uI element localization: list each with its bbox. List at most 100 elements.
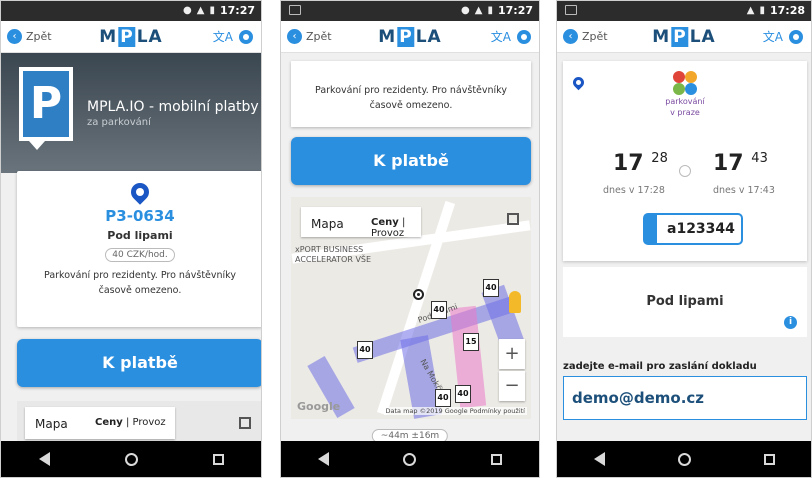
map-pin-icon xyxy=(127,179,153,205)
zone-description: Parkování pro rezidenty. Pro návštěvníky… xyxy=(44,270,236,296)
nav-recents-icon[interactable] xyxy=(212,453,224,465)
notification-icon xyxy=(565,5,577,15)
info-icon[interactable]: i xyxy=(784,316,797,329)
speed-sign: 40 xyxy=(455,385,471,403)
gear-icon[interactable] xyxy=(517,29,531,44)
app-bar: ‹ Zpět M P LA 文A xyxy=(281,21,539,53)
android-nav-bar xyxy=(1,441,261,477)
chevron-left-icon: ‹ xyxy=(287,29,302,44)
chevron-left-icon: ‹ xyxy=(7,29,22,44)
street-name: Pod lipami xyxy=(107,229,173,242)
nav-back-icon[interactable] xyxy=(38,452,50,466)
email-label: zadejte e-mail pro zaslání dokladu xyxy=(563,361,757,372)
parking-session-card: parkování v praze 17 28 17 43 dnes v 17:… xyxy=(563,61,807,261)
map-type-tabs: Mapa Ceny | Provoz xyxy=(25,407,175,439)
tab-provoz[interactable]: Provoz xyxy=(133,417,166,428)
zoom-out-button[interactable]: − xyxy=(499,371,525,401)
fullscreen-icon[interactable] xyxy=(239,417,251,429)
speed-sign: 40 xyxy=(431,301,447,319)
start-caption: dnes v 17:28 xyxy=(603,185,665,196)
app-logo: M P LA xyxy=(99,27,163,47)
zone-card: Parkování pro rezidenty. Pro návštěvníky… xyxy=(291,61,531,127)
app-logo: M P LA xyxy=(378,27,442,47)
nav-back-icon[interactable] xyxy=(318,452,330,466)
tab-map[interactable]: Mapa xyxy=(35,417,68,431)
back-button[interactable]: ‹ Zpět xyxy=(287,29,332,44)
zone-code: P3-0634 xyxy=(105,207,175,225)
end-time: 17 43 xyxy=(713,151,768,176)
notification-icon xyxy=(289,5,301,15)
nav-home-icon[interactable] xyxy=(403,452,417,466)
pay-button[interactable]: K platbě xyxy=(291,137,531,185)
map-attribution[interactable]: Data map ©2019 Google Podmínky použití xyxy=(383,407,527,415)
street-name: Pod lipami xyxy=(646,294,724,309)
chevron-left-icon: ‹ xyxy=(563,29,578,44)
app-bar: ‹ Zpět M P LA 文A xyxy=(1,21,261,53)
price-badge: 40 CZK/hod. xyxy=(105,248,175,262)
parkovani-v-praze-logo: parkování v praze xyxy=(655,71,715,117)
tab-provoz[interactable]: Provoz xyxy=(371,228,404,239)
screenshot-stage: ● ▲ ▮ 17:27 ‹ Zpět M P LA 文A P MPLA.IO - m… xyxy=(0,0,812,478)
speed-sign: 40 xyxy=(435,389,451,407)
tab-ceny[interactable]: Ceny xyxy=(95,417,123,428)
app-bar: ‹ Zpět M P LA 文A xyxy=(557,21,811,53)
parking-sign-logo: P xyxy=(19,67,73,150)
parking-map[interactable]: Mapa Ceny | Provoz xPORT BUSINESS ACCELE… xyxy=(291,197,531,419)
signal-icon: ▲ xyxy=(746,5,755,16)
nav-back-icon[interactable] xyxy=(593,452,605,466)
tab-map[interactable]: Mapa xyxy=(311,217,344,231)
hero-banner: P MPLA.IO - mobilní platby za parkování xyxy=(1,53,261,173)
end-caption: dnes v 17:43 xyxy=(713,185,775,196)
nav-home-icon[interactable] xyxy=(677,452,691,466)
phone-screen-zone-detail: ● ▲ ▮ 17:27 ‹ Zpět M P LA 文A P MPLA.IO - m… xyxy=(0,0,262,478)
status-bar: ● ▲ ▮ 17:27 xyxy=(1,1,261,21)
map-type-tabs: Mapa Ceny | Provoz xyxy=(301,207,421,239)
zoom-in-button[interactable]: + xyxy=(499,339,525,369)
phone-screen-payment: ▲ ▮ 17:28 ‹ Zpět M P LA 文A parkování v p… xyxy=(556,0,812,478)
android-nav-bar xyxy=(281,441,539,477)
location-icon: ● xyxy=(183,5,192,16)
license-plate-text: a123344 xyxy=(667,221,735,237)
app-logo: M P LA xyxy=(652,27,716,47)
hero-subtitle: za parkování xyxy=(87,117,151,128)
android-nav-bar xyxy=(557,441,811,477)
speed-sign: 15 xyxy=(463,333,479,351)
status-time: 17:27 xyxy=(219,4,255,17)
zone-description: Parkování pro rezidenty. Pro návštěvníky… xyxy=(315,85,507,111)
nav-recents-icon[interactable] xyxy=(763,453,775,465)
fullscreen-icon[interactable] xyxy=(507,213,519,225)
zone-card: P3-0634 Pod lipami 40 CZK/hod. Parkování… xyxy=(17,171,261,327)
signal-icon: ▲ xyxy=(196,5,205,16)
status-bar: ● ▲ ▮ 17:27 xyxy=(281,1,539,21)
nav-recents-icon[interactable] xyxy=(490,453,502,465)
tab-ceny[interactable]: Ceny xyxy=(371,217,399,228)
gear-icon[interactable] xyxy=(239,29,253,44)
nav-home-icon[interactable] xyxy=(124,452,138,466)
gear-icon[interactable] xyxy=(789,29,803,44)
google-logo: Google xyxy=(297,400,341,413)
battery-icon: ▮ xyxy=(487,5,493,16)
speed-sign: 40 xyxy=(357,341,373,359)
email-field[interactable]: demo@demo.cz xyxy=(563,376,807,420)
speed-sign: 40 xyxy=(483,279,499,297)
map-pin-icon xyxy=(570,74,587,91)
status-time: 17:27 xyxy=(497,4,533,17)
street-view-icon[interactable] xyxy=(509,291,521,313)
back-label: Zpět xyxy=(582,30,608,43)
signal-icon: ▲ xyxy=(474,5,483,16)
current-location-icon xyxy=(413,289,424,300)
back-button[interactable]: ‹ Zpět xyxy=(563,29,608,44)
battery-icon: ▮ xyxy=(759,5,765,16)
translate-icon[interactable]: 文A xyxy=(763,28,783,45)
pay-button[interactable]: K platbě xyxy=(17,339,261,387)
license-plate[interactable]: a123344 xyxy=(643,213,743,245)
back-label: Zpět xyxy=(306,30,332,43)
back-button[interactable]: ‹ Zpět xyxy=(7,29,52,44)
start-time: 17 28 xyxy=(613,151,668,176)
battery-icon: ▮ xyxy=(209,5,215,16)
status-time: 17:28 xyxy=(769,4,805,17)
hero-title: MPLA.IO - mobilní platby xyxy=(87,99,259,115)
translate-icon[interactable]: 文A xyxy=(213,28,233,45)
translate-icon[interactable]: 文A xyxy=(491,28,511,45)
map-preview[interactable]: Mapa Ceny | Provoz xyxy=(17,401,261,443)
